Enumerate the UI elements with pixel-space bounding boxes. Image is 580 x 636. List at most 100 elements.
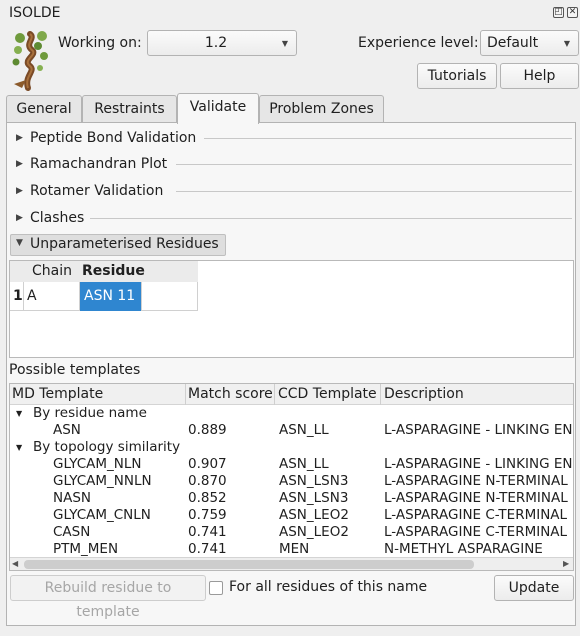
cell-match-score: 0.759 [188,507,227,523]
template-tree-table: MD Template Match score CCD Template Des… [9,383,574,571]
section-label: Peptide Bond Validation [30,130,197,146]
section-ramachandran[interactable]: ▶ Ramachandran Plot [14,153,574,175]
section-rotamer[interactable]: ▶ Rotamer Validation [14,180,574,202]
chevron-down-icon: ▼ [281,39,288,48]
window-title: ISOLDE [9,5,61,21]
unparameterised-residue-table: Chain Residue 1 A ASN 11 [9,260,574,358]
tree-group-residue-name[interactable]: ▼ By residue name [10,405,573,422]
column-header-description[interactable]: Description [384,386,464,402]
cell-md-template: PTM_MEN [53,541,119,557]
cell-match-score: 0.870 [188,473,227,489]
cell-md-template: CASN [53,524,91,540]
cell-match-score: 0.907 [188,456,227,472]
template-row[interactable]: GLYCAM_NLN 0.907 ASN_LL L-ASPARAGINE - L… [10,456,573,473]
tutorials-button[interactable]: Tutorials [417,63,497,89]
cell-md-template: GLYCAM_CNLN [53,507,151,523]
cell-description: L-ASPARAGINE - LINKING EN [384,422,573,438]
template-row[interactable]: PTM_MEN 0.741 MEN N-METHYL ASPARAGINE [10,541,573,558]
cell-residue-selected[interactable]: ASN 11 [80,282,141,311]
template-row[interactable]: GLYCAM_CNLN 0.759 ASN_LEO2 L-ASPARAGINE … [10,507,573,524]
update-button[interactable]: Update [494,575,574,601]
tab-validate[interactable]: Validate [177,93,259,124]
working-on-label: Working on: [58,35,142,51]
column-divider [185,384,186,405]
column-divider [380,384,381,405]
group-label: By residue name [33,405,147,421]
experience-level-select[interactable]: Default ▼ [480,30,579,56]
column-divider [274,384,275,405]
section-divider [176,191,572,192]
column-divider [23,282,24,311]
float-window-icon[interactable]: ◰ [553,7,564,18]
tab-restraints[interactable]: Restraints [82,95,177,123]
table-header: MD Template Match score CCD Template Des… [10,384,573,405]
chevron-down-icon: ▼ [563,39,570,48]
tab-problem-zones[interactable]: Problem Zones [259,95,384,123]
cell-match-score: 0.741 [188,541,227,557]
triangle-down-icon: ▼ [16,443,23,452]
possible-templates-label: Possible templates [9,362,141,378]
section-clashes[interactable]: ▶ Clashes [14,207,574,229]
cell-md-template: NASN [53,490,92,506]
cell-description: L-ASPARAGINE C-TERMINAL [384,507,568,523]
table-header: Chain Residue [10,261,198,282]
cell-description: N-METHYL ASPARAGINE [384,541,543,557]
rebuild-residue-button[interactable]: Rebuild residue to template [10,575,206,620]
template-row[interactable]: CASN 0.741 ASN_LEO2 L-ASPARAGINE C-TERMI… [10,524,573,541]
column-divider [141,282,142,311]
horizontal-scrollbar[interactable]: ◀ ▶ [10,557,573,570]
cell-chain[interactable]: A [27,288,37,304]
cell-md-template: GLYCAM_NNLN [53,473,152,489]
row-index: 1 [13,288,23,304]
section-peptide-bond[interactable]: ▶ Peptide Bond Validation [14,127,574,149]
help-button[interactable]: Help [500,63,579,89]
for-all-residues-checkbox[interactable] [209,581,223,595]
template-row[interactable]: NASN 0.852 ASN_LSN3 L-ASPARAGINE N-TERMI… [10,490,573,507]
arrow-left-icon[interactable]: ◀ [12,559,18,568]
tab-general[interactable]: General [6,95,82,123]
section-divider [204,138,572,139]
cell-residue: ASN 11 [84,288,136,304]
cell-match-score: 0.889 [188,422,227,438]
cell-match-score: 0.741 [188,524,227,540]
arrow-right-icon[interactable]: ▶ [563,559,569,568]
tree-group-topology[interactable]: ▼ By topology similarity [10,439,573,456]
column-header-ccd-template[interactable]: CCD Template [278,386,377,402]
isolde-logo-icon [8,28,54,92]
working-on-value: 1.2 [204,35,228,51]
triangle-down-icon: ▼ [16,409,23,418]
title-bar: ISOLDE ◰ ✕ [0,0,580,28]
section-label: Rotamer Validation [30,183,164,199]
scrollbar-thumb[interactable] [24,560,474,569]
triangle-right-icon: ▶ [16,133,23,143]
experience-level-label: Experience level: [358,35,479,51]
triangle-right-icon: ▶ [16,213,23,223]
cell-match-score: 0.852 [188,490,227,506]
cell-ccd-template: ASN_LEO2 [279,507,349,523]
table-row[interactable]: 1 A ASN 11 [10,282,198,311]
section-label: Unparameterised Residues [30,236,219,252]
section-label: Ramachandran Plot [30,156,168,172]
section-label: Clashes [30,210,85,226]
cell-ccd-template: ASN_LL [279,422,329,438]
column-header-chain[interactable]: Chain [32,263,72,279]
group-label: By topology similarity [33,439,181,455]
column-header-residue[interactable]: Residue [82,263,145,279]
cell-md-template: GLYCAM_NLN [53,456,142,472]
cell-description: L-ASPARAGINE N-TERMINAL [384,490,568,506]
cell-ccd-template: ASN_LSN3 [279,490,349,506]
cell-md-template: ASN [53,422,81,438]
template-row[interactable]: ASN 0.889 ASN_LL L-ASPARAGINE - LINKING … [10,422,573,439]
close-window-icon[interactable]: ✕ [567,7,578,18]
cell-ccd-template: ASN_LEO2 [279,524,349,540]
cell-ccd-template: ASN_LL [279,456,329,472]
working-on-select[interactable]: 1.2 ▼ [147,30,297,56]
column-divider [197,282,198,311]
column-header-match-score[interactable]: Match score [188,386,273,402]
cell-ccd-template: MEN [279,541,310,557]
section-unparameterised[interactable]: ▼ Unparameterised Residues [10,234,226,256]
column-header-md-template[interactable]: MD Template [12,386,103,402]
cell-description: L-ASPARAGINE - LINKING EN [384,456,573,472]
cell-description: L-ASPARAGINE N-TERMINAL [384,473,568,489]
template-row[interactable]: GLYCAM_NNLN 0.870 ASN_LSN3 L-ASPARAGINE … [10,473,573,490]
